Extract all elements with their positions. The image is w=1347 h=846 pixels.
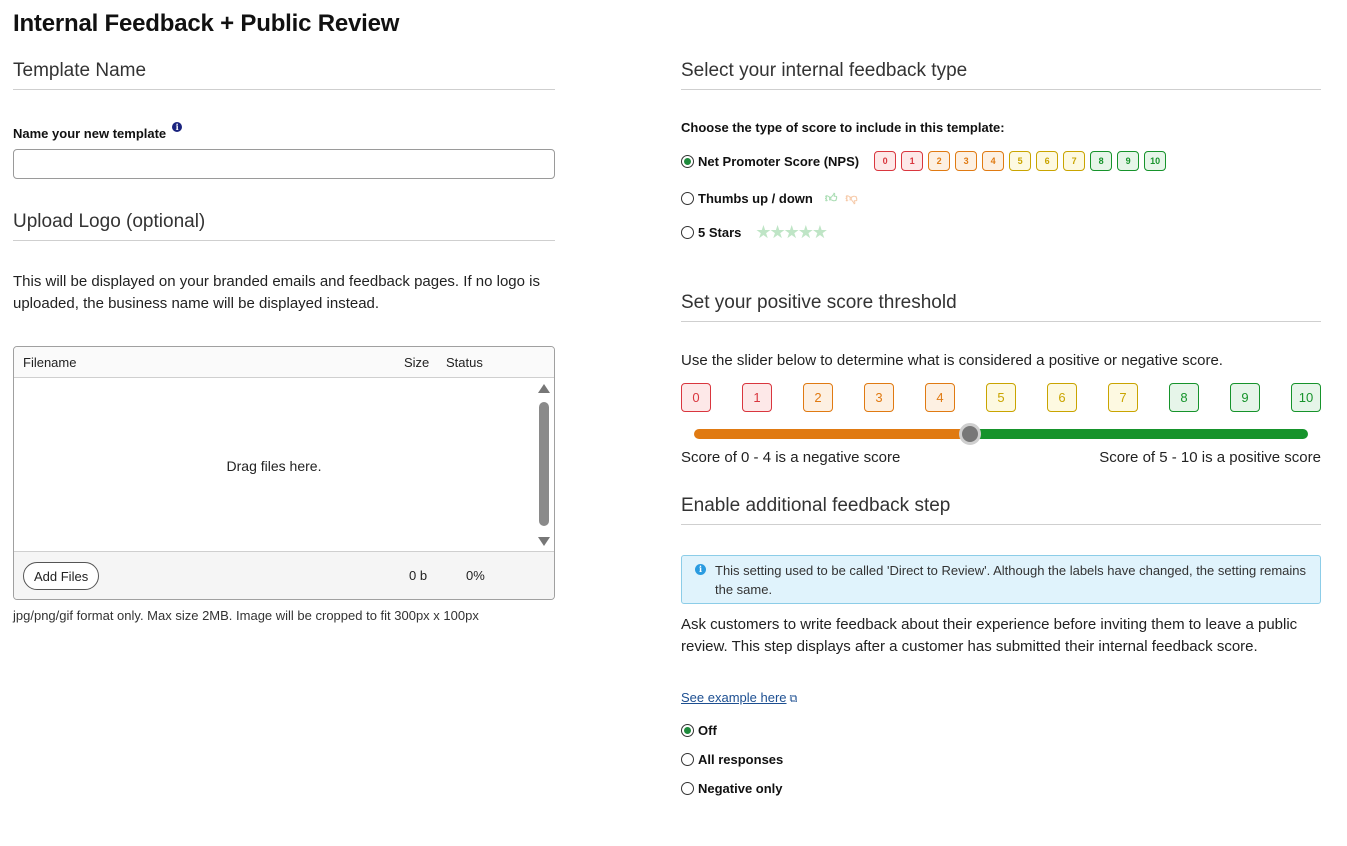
nps-box-5: 5 — [1009, 151, 1032, 171]
add-files-button[interactable]: Add Files — [23, 562, 100, 590]
uploader-footer: Add Files 0 b 0% — [14, 551, 554, 599]
nps-radio[interactable] — [681, 154, 694, 168]
thumbs-radio[interactable] — [681, 192, 694, 205]
scale-box-4[interactable]: 4 — [925, 383, 955, 412]
scroll-down-arrow-icon[interactable] — [538, 537, 550, 546]
option-negative-only[interactable]: Negative only — [681, 781, 1321, 796]
scale-box-7[interactable]: 7 — [1108, 383, 1138, 412]
negative-only-radio[interactable] — [681, 782, 694, 795]
right-column: Select your internal feedback type Choos… — [681, 60, 1321, 796]
nps-box-8: 8 — [1090, 151, 1113, 171]
nps-box-2: 2 — [928, 151, 951, 171]
see-example-link[interactable]: See example here — [681, 690, 787, 705]
option-nps[interactable]: Net Promoter Score (NPS) 0 1 2 3 4 5 6 7 8 9 10 — [681, 151, 1321, 171]
scale-box-0[interactable]: 0 — [681, 383, 711, 412]
scale-box-8[interactable]: 8 — [1169, 383, 1199, 412]
nps-box-9: 9 — [1117, 151, 1140, 171]
additional-step-heading: Enable additional feedback step — [681, 495, 1321, 525]
scale-box-9[interactable]: 9 — [1230, 383, 1260, 412]
option-all-responses[interactable]: All responses — [681, 752, 1321, 767]
see-example-text: See example here — [681, 690, 787, 705]
off-label: Off — [698, 723, 717, 738]
drop-text: Drag files here. — [226, 458, 322, 474]
scale-box-3[interactable]: 3 — [864, 383, 894, 412]
option-thumbs[interactable]: Thumbs up / down 👍︎ 👎︎ — [681, 191, 1321, 206]
score-labels: Score of 0 - 4 is a negative score Score… — [681, 449, 1321, 469]
stars-radio[interactable] — [681, 226, 694, 239]
nps-box-4: 4 — [982, 151, 1005, 171]
stars-icon: ★★★★★ — [755, 222, 828, 242]
threshold-scale: 0 1 2 3 4 5 6 7 8 9 10 — [681, 383, 1321, 415]
total-status: 0% — [466, 568, 485, 583]
template-name-label: Name your new template — [13, 126, 167, 141]
all-responses-label: All responses — [698, 752, 784, 767]
threshold-slider[interactable] — [681, 423, 1321, 445]
feedback-type-heading: Select your internal feedback type — [681, 60, 1321, 90]
nps-scale-preview: 0 1 2 3 4 5 6 7 8 9 10 — [874, 151, 1171, 171]
template-name-heading: Template Name — [13, 60, 555, 90]
stars-label: 5 Stars — [698, 225, 742, 240]
all-responses-radio[interactable] — [681, 753, 694, 766]
choose-score-label: Choose the type of score to include in t… — [681, 120, 1005, 135]
upload-logo-heading: Upload Logo (optional) — [13, 211, 555, 241]
column-size: Size — [404, 355, 430, 370]
scale-box-6[interactable]: 6 — [1047, 383, 1077, 412]
slider-positive-track[interactable] — [970, 429, 1308, 439]
info-banner: i This setting used to be called 'Direct… — [681, 555, 1321, 604]
thumbs-down-icon: 👎︎ — [845, 191, 858, 205]
nps-box-7: 7 — [1063, 151, 1086, 171]
scale-box-5[interactable]: 5 — [986, 383, 1016, 412]
nps-box-1: 1 — [901, 151, 924, 171]
thumbs-label: Thumbs up / down — [698, 191, 813, 206]
nps-label: Net Promoter Score (NPS) — [698, 153, 860, 169]
info-icon[interactable]: i — [172, 122, 183, 132]
template-name-input[interactable] — [13, 149, 555, 179]
nps-box-6: 6 — [1036, 151, 1059, 171]
file-drop-zone[interactable]: Drag files here. — [14, 378, 554, 552]
file-list-scrollbar[interactable] — [538, 384, 550, 546]
uploader-header: Filename Size Status — [14, 347, 554, 378]
negative-only-label: Negative only — [698, 781, 783, 796]
scroll-up-arrow-icon[interactable] — [538, 384, 550, 393]
scale-box-2[interactable]: 2 — [803, 383, 833, 412]
template-name-label-row: Name your new template i — [13, 122, 555, 141]
nps-box-10: 10 — [1144, 151, 1167, 171]
file-uploader[interactable]: Filename Size Status Drag files here. Ad… — [13, 346, 555, 600]
page-title: Internal Feedback + Public Review — [13, 10, 400, 37]
option-stars[interactable]: 5 Stars ★★★★★ — [681, 222, 1321, 243]
upload-logo-description: This will be displayed on your branded e… — [13, 273, 540, 312]
column-filename: Filename — [23, 355, 77, 370]
threshold-description: Use the slider below to determine what i… — [681, 352, 1223, 369]
additional-step-description: Ask customers to write feedback about th… — [681, 616, 1298, 655]
column-status: Status — [446, 355, 483, 370]
scale-box-10[interactable]: 10 — [1291, 383, 1321, 412]
scroll-thumb[interactable] — [539, 402, 549, 526]
option-off[interactable]: Off — [681, 723, 1321, 738]
external-link-icon[interactable]: ⧉ — [790, 693, 798, 706]
off-radio[interactable] — [681, 724, 694, 737]
nps-box-0: 0 — [874, 151, 897, 171]
banner-text: This setting used to be called 'Direct t… — [715, 563, 1307, 597]
left-column: Template Name Name your new template i U… — [13, 60, 555, 623]
thumbs-up-icon: 👍︎ — [824, 191, 838, 205]
upload-hint: jpg/png/gif format only. Max size 2MB. I… — [13, 608, 479, 623]
nps-box-3: 3 — [955, 151, 978, 171]
slider-negative-track[interactable] — [694, 429, 971, 439]
total-size: 0 b — [409, 568, 428, 583]
scale-box-1[interactable]: 1 — [742, 383, 772, 412]
negative-score-label: Score of 0 - 4 is a negative score — [681, 449, 901, 466]
positive-score-label: Score of 5 - 10 is a positive score — [1099, 449, 1321, 466]
info-icon: i — [695, 564, 706, 575]
slider-handle[interactable] — [959, 423, 982, 445]
threshold-heading: Set your positive score threshold — [681, 292, 1321, 322]
